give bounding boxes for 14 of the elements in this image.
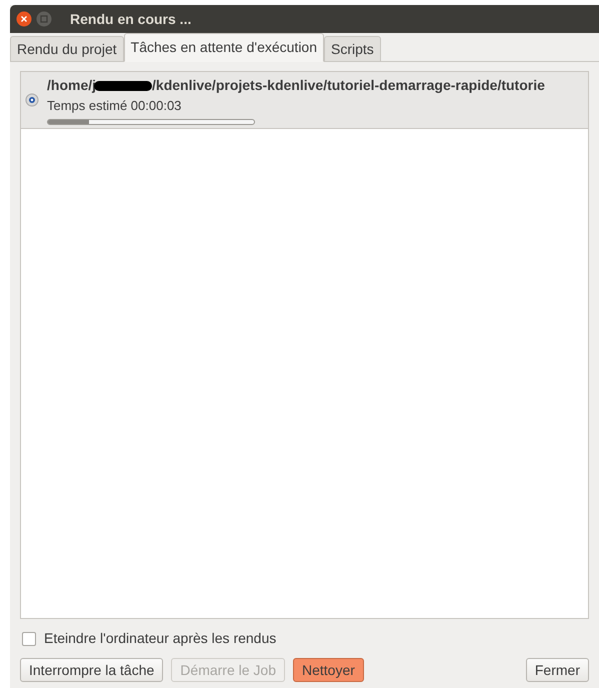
close-icon[interactable]: [16, 11, 32, 27]
dialog-button[interactable]: Interrompre la tâche: [20, 658, 164, 682]
tab[interactable]: Tâches en attente d'exécution: [124, 33, 324, 62]
tab[interactable]: Rendu du projet: [10, 36, 124, 62]
job-path-start: /home/j: [47, 76, 96, 95]
dialog-button[interactable]: Nettoyer: [293, 658, 364, 682]
job-row[interactable]: /home/j /kdenlive/projets-kdenlive/tutoriel-demarrage-rapide/tutorie Temps estimé 00:00:03: [21, 72, 588, 128]
dialog-button[interactable]: Fermer: [526, 658, 589, 682]
checkbox-label: Eteindre l'ordinateur après les rendus: [44, 629, 276, 648]
job-status: Temps estimé 00:00:03: [47, 97, 182, 115]
tab[interactable]: Scripts: [324, 36, 381, 62]
checkbox[interactable]: [22, 632, 36, 646]
window-title: Rendu en cours ...: [70, 10, 192, 28]
job-path-end: /kdenlive/projets-kdenlive/tutoriel-demarrage-rapide/tutorie: [152, 76, 545, 95]
